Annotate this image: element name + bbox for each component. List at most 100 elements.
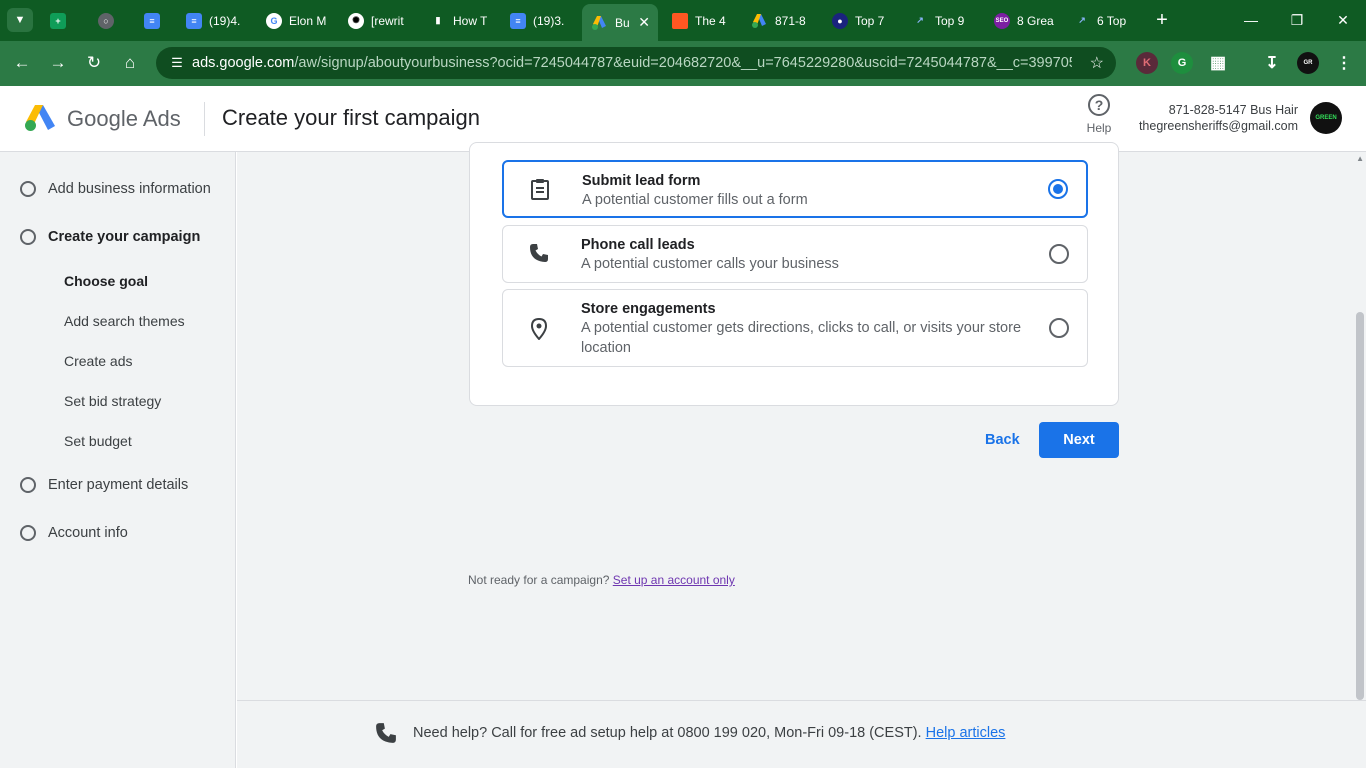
goal-option-title: Store engagements [581, 301, 716, 317]
restore-button[interactable]: ❐ [1274, 6, 1320, 34]
account-name[interactable]: 871-828-5147 Bus Hair [1169, 103, 1298, 117]
tab-3[interactable]: ≡ [134, 6, 174, 35]
step-circle-icon [20, 229, 36, 245]
tab-14[interactable]: SEO 8 Grea [984, 6, 1062, 35]
substep-set-bid-strategy[interactable]: Set bid strategy [64, 393, 161, 409]
new-tab-button[interactable]: + [1151, 8, 1173, 32]
tab-title: (19)3. [533, 13, 565, 28]
tab-10[interactable]: The 4 [662, 6, 740, 35]
home-icon[interactable]: ⌂ [117, 50, 143, 76]
next-button[interactable]: Next [1039, 422, 1119, 458]
tab-12[interactable]: ● Top 7 [822, 6, 900, 35]
person-icon: ● [832, 12, 848, 29]
close-icon[interactable]: ✕ [638, 14, 650, 31]
help-footer: Need help? Call for free ad setup help a… [237, 700, 1366, 768]
tab-4[interactable]: ≡ (19)4. [176, 6, 254, 35]
help-label: Help [1086, 121, 1112, 135]
step-circle-icon [20, 477, 36, 493]
main-content: Submit lead form A potential customer fi… [237, 142, 1366, 768]
reload-icon[interactable]: ↻ [81, 50, 107, 76]
back-button[interactable]: Back [979, 424, 1026, 456]
minimize-button[interactable]: — [1228, 6, 1274, 34]
help-articles-link[interactable]: Help articles [926, 725, 1006, 741]
step-enter-payment-details[interactable]: Enter payment details [20, 477, 188, 493]
radio-button[interactable] [1049, 318, 1069, 338]
google-icon: G [266, 12, 282, 29]
setup-account-only-link[interactable]: Set up an account only [613, 573, 735, 587]
forward-arrow-icon[interactable]: → [45, 50, 71, 76]
tab-15[interactable]: ↗ 6 Top [1064, 6, 1142, 35]
seo-icon: SEO [994, 12, 1010, 29]
address-bar[interactable]: ☰ ads.google.com/aw/signup/aboutyourbusi… [156, 47, 1116, 79]
footer-help-text: Need help? Call for free ad setup help a… [413, 725, 1005, 741]
profile-avatar-icon[interactable]: GR [1297, 52, 1319, 74]
product-wordmark: Google Ads [67, 106, 181, 131]
substep-create-ads[interactable]: Create ads [64, 353, 132, 369]
square-icon [672, 12, 688, 29]
tab-active-google-ads[interactable]: Bu ✕ [582, 4, 658, 41]
tab-title: [rewrit [371, 13, 404, 28]
location-pin-icon [527, 317, 551, 346]
tab-5[interactable]: G Elon M [256, 6, 334, 35]
more-menu-icon[interactable]: ⋮ [1333, 52, 1355, 74]
url-path: /aw/signup/aboutyourbusiness?ocid=724504… [294, 55, 1072, 71]
tab-8[interactable]: ≡ (19)3. [500, 6, 578, 35]
scrollbar-thumb[interactable] [1356, 312, 1364, 700]
docs-icon: ≡ [186, 12, 202, 29]
goal-option-description: A potential customer fills out a form [582, 192, 808, 208]
trend-icon: ↗ [1078, 15, 1086, 25]
substep-set-budget[interactable]: Set budget [64, 433, 132, 449]
goal-card: Submit lead form A potential customer fi… [469, 142, 1119, 406]
google-ads-logo-icon[interactable] [24, 104, 56, 132]
step-add-business-information[interactable]: Add business information [20, 181, 211, 197]
goal-option-title: Submit lead form [582, 173, 701, 189]
extensions-puzzle-icon[interactable]: ▦ [1207, 52, 1229, 74]
tab-13[interactable]: ↗ Top 9 [902, 6, 980, 35]
extension-grammarly-icon[interactable]: G [1171, 52, 1193, 74]
account-email[interactable]: thegreensheriffs@gmail.com [1139, 119, 1298, 133]
step-account-info[interactable]: Account info [20, 525, 128, 541]
tab-title: 871-8 [775, 13, 806, 28]
tab-title: Top 7 [855, 13, 885, 28]
step-create-your-campaign[interactable]: Create your campaign [20, 229, 200, 245]
google-ads-icon [592, 15, 608, 31]
goal-option-store-engagements[interactable]: Store engagements A potential customer g… [502, 289, 1088, 367]
goal-option-submit-lead-form[interactable]: Submit lead form A potential customer fi… [502, 160, 1088, 218]
tab-title: How T [453, 13, 488, 28]
radio-button[interactable] [1049, 244, 1069, 264]
url-host: ads.google.com [192, 55, 295, 71]
tab-6[interactable]: ✺ [rewrit [338, 6, 416, 35]
scrollbar[interactable]: ▲ [1354, 152, 1366, 700]
step-circle-icon [20, 181, 36, 197]
tab-1[interactable]: + [40, 6, 80, 35]
extension-k-icon[interactable]: K [1136, 52, 1158, 74]
not-ready-note: Not ready for a campaign? Set up an acco… [468, 573, 735, 587]
step-label: Create your campaign [48, 229, 201, 245]
download-icon[interactable]: ↧ [1261, 52, 1283, 74]
scroll-up-icon[interactable]: ▲ [1356, 154, 1364, 163]
avatar[interactable]: GREEN [1310, 102, 1342, 134]
radio-button-selected[interactable] [1048, 179, 1068, 199]
bookmark-star-icon[interactable]: ☆ [1090, 53, 1104, 73]
goal-option-title: Phone call leads [581, 237, 695, 253]
docs-icon: ≡ [144, 12, 160, 29]
url-text[interactable]: ads.google.com/aw/signup/aboutyourbusine… [192, 55, 1072, 71]
substep-add-search-themes[interactable]: Add search themes [64, 313, 185, 329]
browser-toolbar: ← → ↻ ⌂ ☰ ads.google.com/aw/signup/about… [0, 41, 1366, 86]
browser-tab-strip: ▼ + ○ ≡ ≡ (19)4. G Elon M ✺ [rewrit ▮ Ho… [0, 0, 1366, 41]
step-label: Account info [48, 525, 128, 541]
substep-choose-goal[interactable]: Choose goal [64, 273, 148, 289]
tab-2[interactable]: ○ [88, 6, 128, 35]
window-close-button[interactable]: ✕ [1320, 6, 1366, 34]
tab-7[interactable]: ▮ How T [420, 6, 498, 35]
back-arrow-icon[interactable]: ← [9, 50, 35, 76]
tab-title: Bu [615, 15, 630, 30]
tab-search-button[interactable]: ▼ [7, 8, 33, 32]
tab-title: Top 9 [935, 13, 965, 28]
site-settings-icon[interactable]: ☰ [162, 55, 192, 71]
goal-option-phone-call-leads[interactable]: Phone call leads A potential customer ca… [502, 225, 1088, 283]
tab-11[interactable]: 871-8 [742, 6, 820, 35]
trend-icon: ↗ [916, 15, 924, 25]
help-button[interactable]: ? Help [1082, 94, 1116, 135]
phone-icon [527, 243, 551, 269]
